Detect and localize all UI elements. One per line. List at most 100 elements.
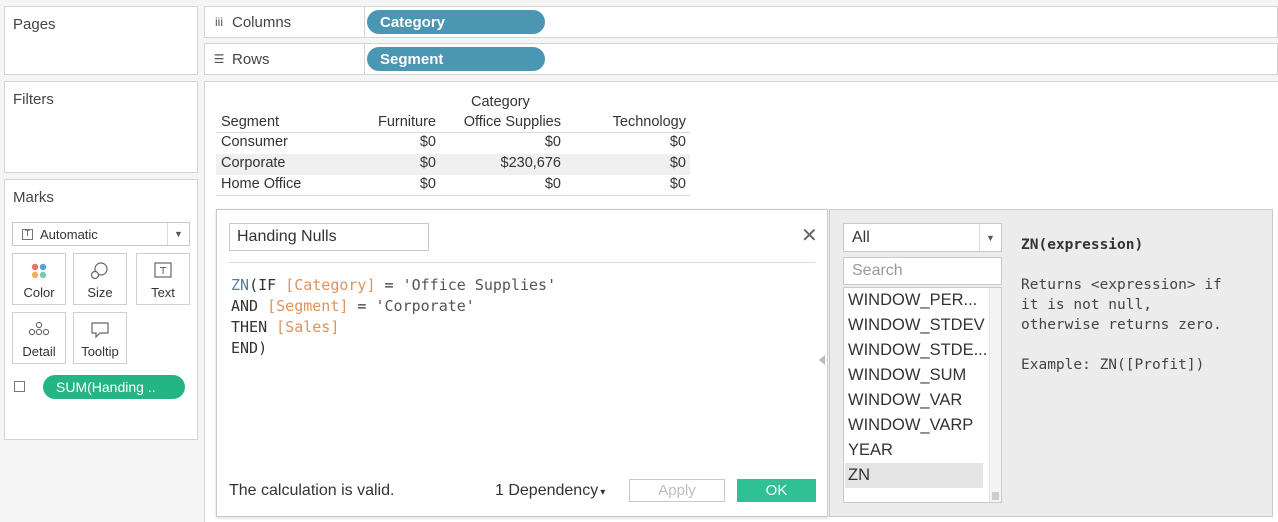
segment-header: Segment — [221, 114, 280, 130]
color-button[interactable]: Color — [12, 253, 66, 305]
list-item-selected[interactable]: ZN — [845, 463, 983, 488]
code-fn: ZN — [231, 276, 250, 294]
row-label-corporate: Corporate — [221, 155, 286, 171]
columns-shelf[interactable]: iii Columns Category — [204, 6, 1278, 38]
mark-type-dropdown[interactable]: T Automatic ▼ — [12, 222, 190, 246]
row-label-consumer: Consumer — [221, 134, 288, 150]
function-category-value: All — [852, 228, 870, 246]
list-item[interactable]: WINDOW_SUM — [845, 363, 983, 388]
category-pill[interactable]: Category — [367, 10, 545, 34]
list-scrollbar[interactable] — [989, 288, 1001, 502]
list-item[interactable]: WINDOW_STDE... — [845, 338, 987, 363]
detail-icon — [13, 321, 65, 337]
filters-card[interactable]: Filters — [4, 81, 198, 173]
list-item[interactable]: WINDOW_VARP — [845, 413, 983, 438]
segment-pill[interactable]: Segment — [367, 47, 545, 71]
apply-button[interactable]: Apply — [629, 479, 725, 502]
col-header-technology: Technology — [612, 114, 686, 130]
code-token: THEN — [231, 318, 277, 336]
cell: $0 — [669, 155, 686, 171]
rows-label: Rows — [232, 50, 270, 68]
code-token: AND — [231, 297, 268, 315]
pages-title: Pages — [13, 16, 56, 33]
rows-shelf-label: ☰ Rows — [205, 44, 365, 74]
close-icon[interactable]: ✕ — [801, 226, 818, 246]
detail-button[interactable]: Detail — [12, 312, 66, 364]
text-field-icon — [14, 381, 25, 392]
pages-card: Pages — [4, 6, 198, 75]
collapse-arrow-icon[interactable] — [819, 355, 825, 365]
function-signature: ZN(expression) — [1021, 237, 1144, 253]
cell: $0 — [669, 176, 686, 192]
marks-card: Marks — [4, 179, 198, 440]
dependency-dropdown[interactable]: 1 Dependency ▾ — [495, 482, 605, 500]
function-documentation: ZN(expression) Returns <expression> if i… — [1021, 235, 1222, 375]
calculation-editor: Handing Nulls ✕ ZN(IF [Category] = 'Offi… — [216, 209, 828, 517]
formula-editor[interactable]: ZN(IF [Category] = 'Office Supplies' AND… — [231, 275, 556, 359]
size-button[interactable]: Size — [73, 253, 127, 305]
sum-handling-nulls-pill[interactable]: SUM(Handing .. — [43, 375, 185, 399]
code-field-segment: [Segment] — [267, 297, 349, 315]
color-label: Color — [23, 285, 55, 300]
cell: $0 — [419, 134, 436, 150]
color-dots-icon — [13, 262, 65, 280]
mark-type-value: Automatic — [40, 226, 98, 242]
list-item[interactable]: YEAR — [845, 438, 983, 463]
validation-message: The calculation is valid. — [229, 482, 395, 499]
rows-shelf[interactable]: ☰ Rows Segment — [204, 43, 1278, 75]
columns-label: Columns — [232, 13, 292, 31]
code-token: (IF — [249, 276, 286, 294]
segment-pill-label: Segment — [380, 50, 444, 68]
marks-title: Marks — [13, 189, 54, 206]
text-mark-icon: T — [22, 228, 33, 240]
dialog-divider — [229, 262, 815, 263]
list-item[interactable]: WINDOW_VAR — [845, 388, 983, 413]
table-bottom-divider — [216, 195, 690, 196]
tooltip-button[interactable]: Tooltip — [73, 312, 127, 364]
cell: $230,676 — [500, 155, 561, 171]
doc-line: otherwise returns zero. — [1021, 317, 1222, 333]
columns-shelf-label: iii Columns — [205, 7, 365, 37]
row-label-home-office: Home Office — [221, 176, 302, 192]
cell: $0 — [419, 176, 436, 192]
ok-button[interactable]: OK — [737, 479, 816, 502]
cell: $0 — [419, 155, 436, 171]
col-header-furniture: Furniture — [377, 114, 436, 130]
function-list[interactable]: WINDOW_PER... WINDOW_STDEV WINDOW_STDE..… — [843, 287, 1002, 503]
doc-example: Example: ZN([Profit]) — [1021, 357, 1205, 373]
code-string: 'Office Supplies' — [402, 276, 557, 294]
cell: $0 — [544, 134, 561, 150]
category-header: Category — [471, 94, 530, 110]
dependency-label: 1 Dependency — [495, 482, 599, 499]
doc-line: it is not null, — [1021, 297, 1152, 313]
category-pill-label: Category — [380, 13, 446, 31]
calculation-name-input[interactable]: Handing Nulls — [229, 223, 429, 251]
tooltip-icon — [74, 321, 126, 339]
code-string: 'Corporate' — [375, 297, 475, 315]
caret-down-icon: ▾ — [600, 487, 606, 498]
chevron-down-icon: ▼ — [979, 224, 1001, 251]
code-field-category: [Category] — [285, 276, 376, 294]
text-icon: T — [137, 262, 189, 278]
svg-text:T: T — [159, 266, 167, 277]
scrollbar-thumb[interactable] — [992, 492, 999, 500]
text-button[interactable]: T Text — [136, 253, 190, 305]
rows-icon: ☰ — [213, 52, 225, 66]
tooltip-label: Tooltip — [81, 344, 119, 359]
cell: $0 — [669, 134, 686, 150]
size-icon — [74, 262, 126, 280]
code-token: = — [348, 297, 376, 315]
size-label: Size — [87, 285, 113, 300]
function-search-input[interactable] — [843, 257, 1002, 285]
columns-icon: iii — [215, 15, 223, 29]
function-reference-panel: All ▼ WINDOW_PER... WINDOW_STDEV WINDOW_… — [829, 209, 1273, 517]
list-item[interactable]: WINDOW_STDEV — [845, 313, 985, 338]
col-header-office-supplies: Office Supplies — [463, 114, 561, 130]
header-divider — [216, 132, 690, 133]
code-field-sales: [Sales] — [276, 318, 340, 336]
function-category-select[interactable]: All ▼ — [843, 223, 1002, 252]
list-item[interactable]: WINDOW_PER... — [845, 288, 983, 313]
sum-pill-label: SUM(Handing .. — [56, 379, 156, 395]
calculation-name-value: Handing Nulls — [237, 228, 337, 245]
cell: $0 — [544, 176, 561, 192]
